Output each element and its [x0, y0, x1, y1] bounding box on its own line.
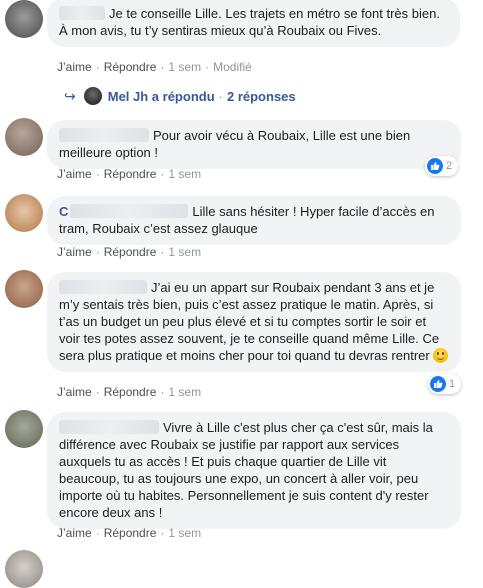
comment-actions: J’aime · Répondre · 1 sem	[57, 385, 202, 399]
comment-bubble: J’ai eu un appart sur Roubaix pendant 3 …	[47, 272, 461, 372]
comment-bubble: Pour avoir vécu à Roubaix, Lille est une…	[47, 120, 461, 169]
comment-actions: J’aime · Répondre · 1 sem	[57, 167, 202, 181]
view-replies-link[interactable]: ↪ Mel Jh a répondu · 2 réponses	[64, 86, 296, 106]
like-link[interactable]: J’aime	[57, 60, 92, 74]
comment-bubble: Vivre à Lille c'est plus cher ça c'est s…	[47, 412, 461, 529]
reaction-count: 1	[449, 378, 456, 390]
reaction-count: 2	[446, 160, 453, 172]
reply-link[interactable]: Répondre	[104, 245, 157, 259]
avatar[interactable]	[5, 270, 43, 308]
edited-label: Modifié	[213, 60, 252, 74]
like-link[interactable]: J’aime	[57, 167, 92, 181]
comment-actions: J’aime · Répondre · 1 sem · Modifié	[57, 60, 252, 74]
timestamp[interactable]: 1 sem	[168, 385, 201, 399]
comment-actions: J’aime · Répondre · 1 sem	[57, 245, 202, 259]
timestamp[interactable]: 1 sem	[168, 526, 201, 540]
timestamp[interactable]: 1 sem	[168, 60, 201, 74]
like-link[interactable]: J’aime	[57, 385, 92, 399]
reply-arrow-icon: ↪	[64, 87, 76, 104]
reactions-badge[interactable]: 2	[425, 156, 459, 176]
reply-link[interactable]: Répondre	[104, 385, 157, 399]
reply-link[interactable]: Répondre	[104, 167, 157, 181]
like-link[interactable]: J’aime	[57, 526, 92, 540]
reply-link[interactable]: Répondre	[104, 526, 157, 540]
avatar[interactable]	[5, 410, 43, 448]
reply-link[interactable]: Répondre	[104, 60, 157, 74]
author-name-redacted[interactable]	[59, 280, 147, 294]
comment-text: Je te conseille Lille. Les trajets en mé…	[59, 6, 440, 38]
replies-count: 2 réponses	[226, 88, 296, 104]
avatar[interactable]	[5, 118, 43, 156]
avatar[interactable]	[5, 0, 43, 38]
thumbs-up-icon	[430, 376, 446, 392]
smile-emoji-icon	[433, 348, 449, 363]
comment-bubble: C Lille sans hésiter ! Hyper facile d’acc…	[47, 196, 461, 245]
author-name-redacted[interactable]	[59, 420, 159, 434]
thumbs-up-icon	[427, 158, 443, 174]
comment-bubble: Je te conseille Lille. Les trajets en mé…	[47, 0, 460, 47]
author-name-redacted[interactable]	[59, 128, 149, 142]
avatar[interactable]	[5, 194, 43, 232]
author-name-redacted[interactable]	[70, 204, 189, 218]
like-link[interactable]: J’aime	[57, 245, 92, 259]
timestamp[interactable]: 1 sem	[168, 245, 201, 259]
replier-avatar	[83, 87, 102, 105]
replies-author-text: Mel Jh a répondu	[107, 88, 215, 104]
comment-text: Vivre à Lille c'est plus cher ça c'est s…	[59, 420, 433, 520]
author-name[interactable]: C	[59, 204, 68, 219]
comment-actions: J’aime · Répondre · 1 sem	[57, 526, 202, 540]
author-name-redacted[interactable]	[59, 6, 105, 20]
timestamp[interactable]: 1 sem	[168, 167, 201, 181]
reactions-badge[interactable]: 1	[428, 374, 462, 394]
